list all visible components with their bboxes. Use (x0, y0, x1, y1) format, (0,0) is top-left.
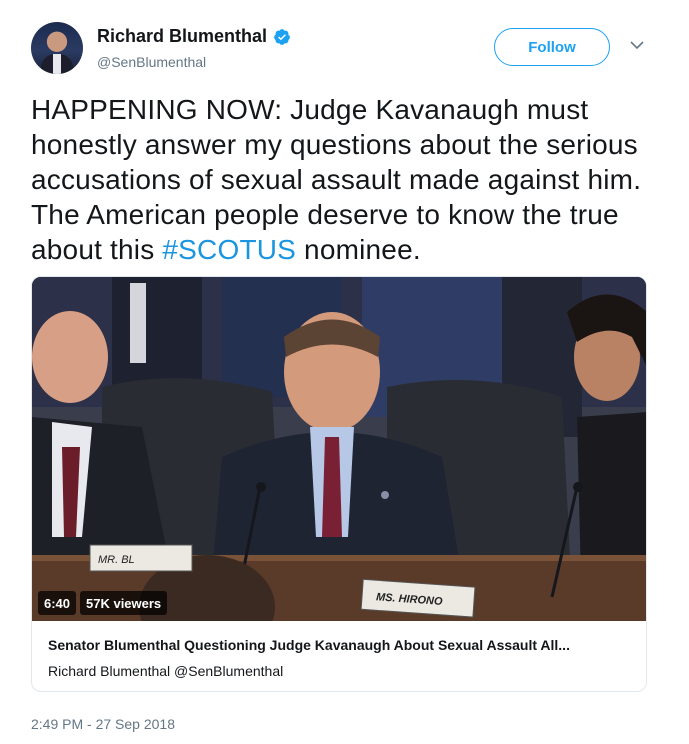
card-title[interactable]: Senator Blumenthal Questioning Judge Kav… (48, 637, 632, 653)
tweet-text: HAPPENING NOW: Judge Kavanaugh must hone… (31, 92, 661, 267)
avatar[interactable] (31, 22, 83, 74)
card-byline: Richard Blumenthal @SenBlumenthal (48, 663, 284, 679)
card-info[interactable]: Senator Blumenthal Questioning Judge Kav… (32, 621, 646, 691)
author-handle[interactable]: @SenBlumenthal (97, 54, 206, 70)
tweet-timestamp[interactable]: 2:49 PM - 27 Sep 2018 (31, 716, 175, 732)
chevron-down-icon[interactable] (630, 40, 644, 50)
tweet-text-end: nominee. (296, 234, 421, 265)
video-duration-badge: 6:40 (38, 591, 77, 615)
follow-button[interactable]: Follow (494, 28, 610, 66)
author-name[interactable]: Richard Blumenthal (97, 26, 267, 47)
video-card[interactable]: MR. BL MS. HIRONO 6:40 57K viewers Senat… (31, 276, 647, 692)
author-name-row[interactable]: Richard Blumenthal (97, 26, 291, 47)
hashtag-link[interactable]: #SCOTUS (162, 234, 296, 265)
nameplate-left: MR. BL (89, 544, 193, 572)
verified-badge-icon (274, 28, 290, 45)
video-player[interactable]: MR. BL MS. HIRONO 6:40 57K viewers (32, 277, 646, 621)
tweet-header: Richard Blumenthal @SenBlumenthal Follow (31, 22, 659, 78)
viewer-count-badge: 57K viewers (80, 591, 168, 615)
nameplate-left-text: MR. BL (98, 554, 135, 566)
video-frame: MR. BL MS. HIRONO (32, 277, 646, 621)
